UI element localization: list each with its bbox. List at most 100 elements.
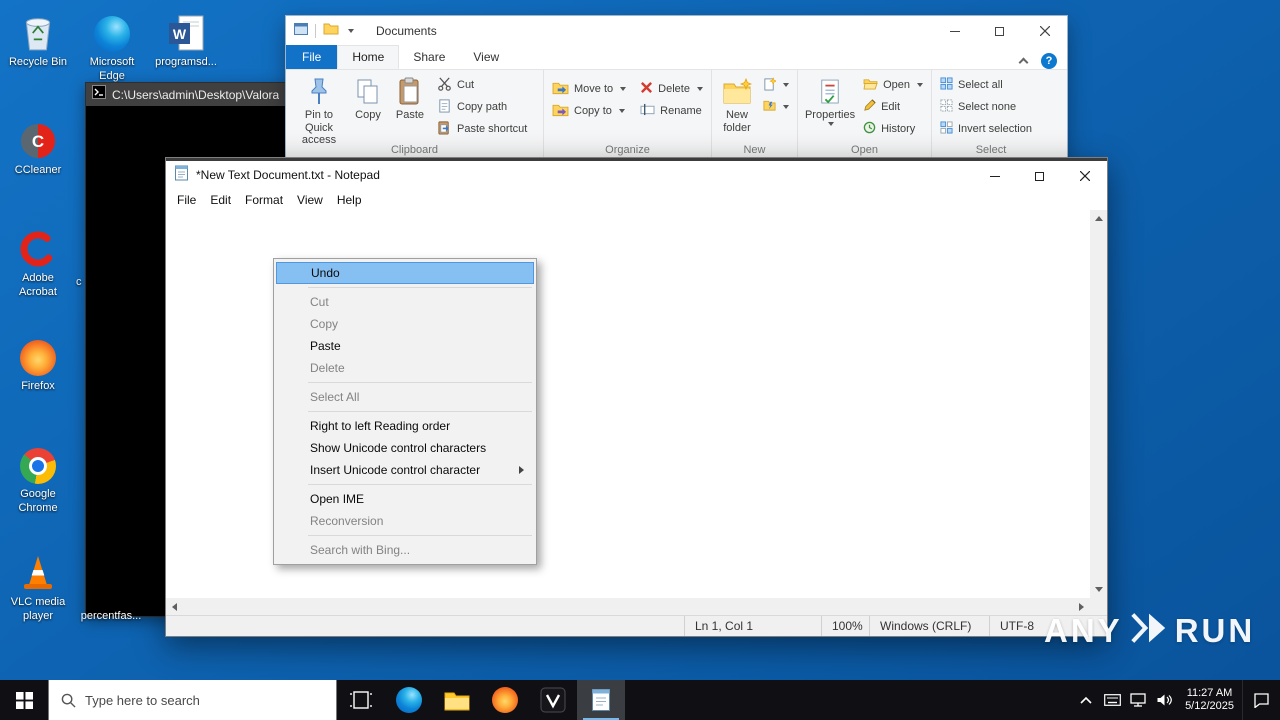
taskbar-file-explorer-button[interactable] — [433, 680, 481, 720]
taskbar-notepad-button[interactable] — [577, 680, 625, 720]
desktop-icon-vlc[interactable]: VLC media player — [0, 546, 77, 624]
context-item-open-ime[interactable]: Open IME — [276, 488, 534, 510]
new-item-button[interactable] — [760, 74, 792, 96]
desktop-icon-percentfas[interactable]: percentfas... — [72, 560, 150, 624]
context-item-paste[interactable]: Paste — [276, 335, 534, 357]
context-item-delete: Delete — [276, 357, 534, 379]
edit-context-menu: Undo Cut Copy Paste Delete Select All Ri… — [273, 258, 537, 565]
close-icon — [1039, 26, 1050, 36]
taskbar-edge-button[interactable] — [385, 680, 433, 720]
tray-network-button[interactable] — [1125, 680, 1151, 720]
tab-view[interactable]: View — [459, 45, 513, 69]
tray-chevron-up-button[interactable] — [1073, 680, 1099, 720]
desktop-icon-adobe-acrobat[interactable]: Adobe Acrobat — [0, 222, 77, 300]
explorer-titlebar[interactable]: Documents — [286, 16, 1067, 46]
cut-button[interactable]: Cut — [434, 74, 530, 96]
context-item-rtl-reading-order[interactable]: Right to left Reading order — [276, 415, 534, 437]
select-all-icon — [940, 77, 953, 93]
horizontal-scrollbar[interactable] — [166, 598, 1090, 615]
action-center-button[interactable] — [1242, 680, 1280, 720]
edit-button[interactable]: Edit — [860, 96, 926, 118]
tray-touch-keyboard-button[interactable] — [1099, 680, 1125, 720]
context-item-undo[interactable]: Undo — [276, 262, 534, 284]
rename-button[interactable]: Rename — [637, 100, 706, 122]
tab-share[interactable]: Share — [399, 45, 459, 69]
taskbar-clock[interactable]: 11:27 AM 5/12/2025 — [1177, 687, 1242, 713]
menu-help[interactable]: Help — [330, 189, 369, 210]
collapse-ribbon-icon[interactable] — [1018, 57, 1029, 68]
desktop-icon-recycle-bin[interactable]: Recycle Bin — [0, 6, 77, 70]
properties-button[interactable]: Properties — [803, 74, 857, 126]
desktop-icon-ccleaner[interactable]: C CCleaner — [0, 114, 77, 178]
desktop-icon-firefox[interactable]: Firefox — [0, 330, 77, 394]
menu-view[interactable]: View — [290, 189, 330, 210]
vlc-icon — [20, 546, 56, 592]
qat-folder-icon[interactable] — [323, 22, 339, 40]
select-none-icon — [940, 99, 953, 115]
help-button[interactable]: ? — [1041, 53, 1057, 69]
copy-path-icon — [437, 98, 452, 116]
icon-label: Adobe Acrobat — [19, 272, 57, 298]
copy-button[interactable]: Copy — [347, 74, 389, 122]
paste-button[interactable]: Paste — [389, 74, 431, 122]
notepad-close-button[interactable] — [1062, 161, 1107, 191]
scroll-down-button[interactable] — [1090, 581, 1107, 598]
icon-label: VLC media player — [10, 596, 66, 622]
pin-to-quick-access-button[interactable]: Pin to Quick access — [291, 74, 347, 147]
button-label: Select none — [958, 101, 1017, 113]
notepad-maximize-button[interactable] — [1017, 161, 1062, 191]
taskbar-search-box[interactable]: Type here to search — [48, 680, 337, 720]
scroll-left-button[interactable] — [166, 598, 183, 615]
select-all-button[interactable]: Select all — [937, 74, 1035, 96]
move-to-icon — [552, 81, 569, 98]
desktop-icon-google-chrome[interactable]: Google Chrome — [0, 438, 77, 516]
context-item-show-unicode-chars[interactable]: Show Unicode control characters — [276, 437, 534, 459]
select-none-button[interactable]: Select none — [937, 96, 1035, 118]
new-folder-button[interactable]: New folder — [717, 74, 757, 134]
history-button[interactable]: History — [860, 118, 926, 140]
easy-access-icon — [763, 99, 776, 115]
menu-item-label: Reconversion — [310, 514, 384, 528]
menu-file[interactable]: File — [170, 189, 203, 210]
menu-edit[interactable]: Edit — [203, 189, 238, 210]
search-icon — [61, 693, 76, 708]
tray-volume-button[interactable] — [1151, 680, 1177, 720]
move-to-button[interactable]: Move to — [549, 78, 629, 100]
search-placeholder: Type here to search — [85, 692, 200, 708]
context-item-cut: Cut — [276, 291, 534, 313]
button-label: Copy to — [574, 105, 612, 117]
group-label-organize: Organize — [605, 144, 650, 156]
taskbar-dark-app-button[interactable] — [529, 680, 577, 720]
copy-path-button[interactable]: Copy path — [434, 96, 530, 118]
tab-home[interactable]: Home — [337, 45, 400, 69]
easy-access-button[interactable] — [760, 96, 792, 118]
delete-button[interactable]: Delete — [637, 78, 706, 100]
start-button[interactable] — [0, 680, 48, 720]
vertical-scrollbar[interactable] — [1090, 210, 1107, 598]
notepad-titlebar[interactable]: *New Text Document.txt - Notepad — [166, 161, 1107, 189]
tab-file[interactable]: File — [286, 45, 338, 69]
qat-customize-caret-icon[interactable] — [348, 29, 354, 33]
button-label: Edit — [881, 101, 901, 113]
menu-format[interactable]: Format — [238, 189, 290, 210]
cmd-icon — [92, 85, 106, 104]
copy-to-button[interactable]: Copy to — [549, 100, 629, 122]
notepad-minimize-button[interactable] — [972, 161, 1017, 191]
arrow-up-icon — [1094, 216, 1103, 221]
dropdown-caret-icon — [618, 109, 625, 113]
taskbar-firefox-button[interactable] — [481, 680, 529, 720]
desktop-icon-word-document[interactable]: W programsd... — [147, 6, 225, 70]
explorer-close-button[interactable] — [1022, 16, 1067, 46]
desktop-icon-microsoft-edge[interactable]: Microsoft Edge — [73, 6, 151, 84]
task-view-button[interactable] — [337, 680, 385, 720]
explorer-minimize-button[interactable] — [932, 16, 977, 46]
open-button[interactable]: Open — [860, 74, 926, 96]
menu-item-label: Insert Unicode control character — [310, 463, 481, 477]
button-label: Paste — [395, 109, 425, 121]
context-item-insert-unicode-char[interactable]: Insert Unicode control character — [276, 459, 534, 481]
explorer-maximize-button[interactable] — [977, 16, 1022, 46]
invert-selection-button[interactable]: Invert selection — [937, 118, 1035, 140]
paste-shortcut-button[interactable]: Paste shortcut — [434, 118, 530, 140]
maximize-icon — [1035, 171, 1044, 181]
scroll-up-button[interactable] — [1090, 210, 1107, 227]
